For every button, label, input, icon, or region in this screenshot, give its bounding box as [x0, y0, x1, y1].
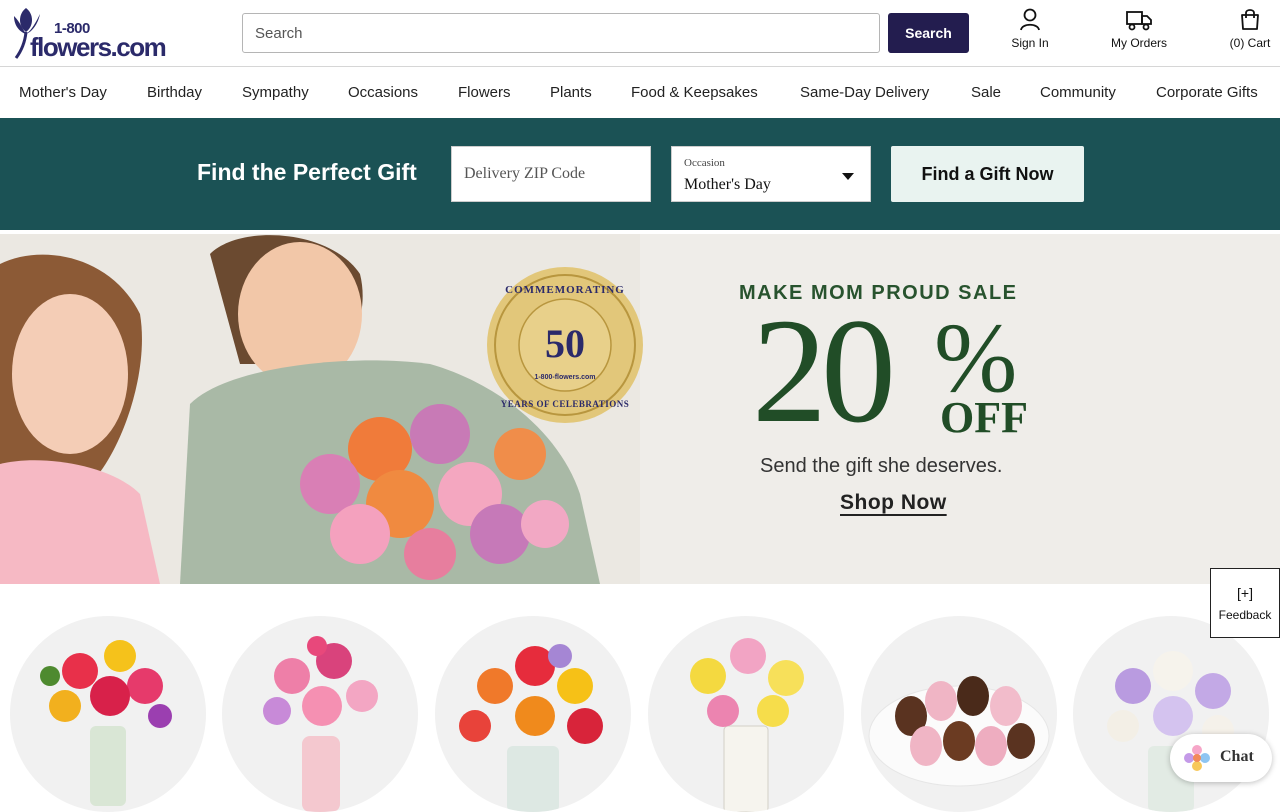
logo-word: flowers.com [30, 32, 167, 62]
sign-in-label: Sign In [1011, 36, 1049, 50]
lily-bouquet-image [690, 638, 804, 812]
gift-finder-title: Find the Perfect Gift [197, 159, 417, 185]
bouquet-image [459, 644, 603, 812]
nav-item-birthday[interactable]: Birthday [147, 84, 202, 101]
hero-discount-number: 20 [752, 288, 896, 454]
nav-item-sale[interactable]: Sale [971, 84, 1001, 101]
my-orders-button[interactable]: My Orders [1104, 8, 1174, 50]
nav-item-occasions[interactable]: Occasions [348, 84, 418, 101]
brand-logo[interactable]: 1-800 flowers.com [8, 4, 167, 62]
category-nav: Mother's Day Birthday Sympathy Occasions… [0, 68, 1280, 118]
feedback-label: Feedback [1218, 608, 1272, 622]
flower-chat-icon [1184, 745, 1210, 771]
user-icon [1020, 8, 1040, 31]
chat-label: Chat [1220, 748, 1254, 765]
product-circle-3[interactable] [435, 616, 631, 812]
find-gift-button[interactable]: Find a Gift Now [891, 146, 1084, 202]
50-years-seal-image: 50 1-800-flowers.com COMMEMORATING YEARS… [487, 267, 643, 423]
badge-top-text: COMMEMORATING [505, 284, 625, 296]
shop-now-link[interactable]: Shop Now [840, 491, 947, 515]
bouquet-image [1107, 651, 1234, 812]
bouquet-image [40, 640, 172, 806]
product-circle-4[interactable] [648, 616, 844, 812]
product-circle-1[interactable] [10, 616, 206, 812]
product-circle-5[interactable] [861, 616, 1057, 812]
occasion-value: Mother's Day [684, 176, 771, 193]
badge-number: 50 [545, 321, 585, 366]
caret-down-icon [842, 173, 854, 180]
occasion-label: Occasion [684, 157, 725, 169]
bouquet-image [263, 636, 378, 812]
truck-icon [1126, 11, 1152, 31]
nav-item-corporate[interactable]: Corporate Gifts [1156, 84, 1258, 101]
nav-item-same-day[interactable]: Same-Day Delivery [800, 84, 929, 101]
sign-in-button[interactable]: Sign In [1004, 8, 1056, 50]
cart-label: (0) Cart [1229, 36, 1271, 50]
nav-item-food-keepsakes[interactable]: Food & Keepsakes [631, 84, 758, 101]
nav-item-community[interactable]: Community [1040, 84, 1116, 101]
hero-banner[interactable]: 50 1-800-flowers.com COMMEMORATING YEARS… [0, 234, 1280, 584]
site-header: 1-800 flowers.com Search Sign In My Orde… [0, 0, 1280, 67]
occasion-select[interactable]: Occasion Mother's Day [671, 146, 871, 202]
product-circle-6[interactable] [1073, 616, 1269, 812]
search-button[interactable]: Search [888, 13, 969, 53]
expand-icon: [+] [1237, 585, 1253, 601]
nav-item-mothers-day[interactable]: Mother's Day [19, 84, 107, 101]
hero-subtext: Send the gift she deserves. [760, 455, 1003, 477]
chat-button[interactable]: Chat [1170, 734, 1272, 782]
gift-finder-bar: Find the Perfect Gift Occasion Mother's … [0, 118, 1280, 230]
cart-button[interactable]: (0) Cart [1222, 8, 1278, 50]
badge-bottom-text: YEARS OF CELEBRATIONS [501, 399, 630, 409]
nav-item-flowers[interactable]: Flowers [458, 84, 511, 101]
search-input[interactable] [242, 13, 880, 53]
product-circle-2[interactable] [222, 616, 418, 812]
feedback-tab[interactable]: [+] Feedback [1210, 568, 1280, 638]
nav-item-plants[interactable]: Plants [550, 84, 592, 101]
strawberries-image [868, 676, 1050, 787]
badge-brand: 1-800-flowers.com [534, 374, 595, 381]
hero-off-label: OFF [940, 393, 1028, 442]
my-orders-label: My Orders [1110, 36, 1167, 50]
shopping-bag-icon [1241, 9, 1259, 30]
zip-code-input[interactable] [451, 146, 651, 202]
nav-item-sympathy[interactable]: Sympathy [242, 84, 309, 101]
